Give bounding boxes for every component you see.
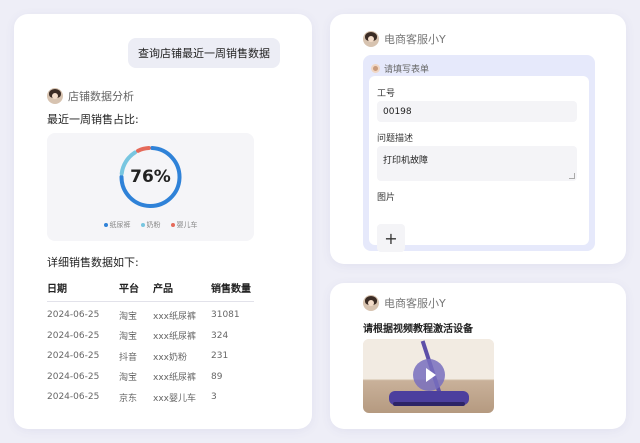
- legend-dot: [170, 223, 175, 227]
- video-chat-card: 电商客服小Y 请根据视频教程激活设备: [330, 283, 626, 429]
- legend-label: 婴儿车: [176, 221, 198, 229]
- form-chat-card: 电商客服小Y 请填写表单 工号 00198 问题描述 打印机故障 图片 +: [330, 14, 626, 264]
- table-row: 2024-06-25 淘宝 xxx纸尿裤 31081: [47, 302, 254, 326]
- cell-date: 2024-06-25: [47, 310, 100, 321]
- sales-share-chart: 76% 纸尿裤 奶粉 婴儿车: [47, 133, 254, 241]
- cell-date: 2024-06-25: [47, 330, 100, 341]
- detail-title: 详细销售数据如下:: [47, 256, 139, 269]
- col-header-product: 产品: [153, 280, 211, 302]
- col-header-quantity: 销售数量: [211, 280, 254, 302]
- agent-name: 电商客服小Y: [384, 297, 446, 310]
- add-image-button[interactable]: +: [377, 224, 405, 252]
- legend-dot: [103, 223, 108, 227]
- col-header-date: 日期: [47, 280, 119, 302]
- donut-center-label: 76%: [130, 167, 171, 187]
- cell-quantity: 31081: [211, 310, 240, 321]
- form-header-label: 请填写表单: [384, 65, 430, 75]
- legend-item: 奶粉: [140, 220, 161, 230]
- cell-platform: 淘宝: [119, 373, 138, 384]
- donut-slice-2: [136, 146, 151, 153]
- legend-dot: [140, 223, 145, 227]
- table-row: 2024-06-25 京东 xxx婴儿车 3: [47, 387, 254, 408]
- cell-platform: 淘宝: [119, 311, 138, 322]
- legend-item: 婴儿车: [170, 220, 198, 230]
- video-thumbnail[interactable]: [363, 339, 494, 413]
- table-header-row: 日期 平台 产品 销售数量: [47, 280, 254, 302]
- form-avatar-icon: [371, 64, 380, 73]
- cell-date: 2024-06-25: [47, 351, 100, 362]
- legend-label: 纸尿裤: [109, 221, 131, 229]
- cell-quantity: 324: [211, 330, 229, 341]
- form-panel: 请填写表单 工号 00198 问题描述 打印机故障 图片 +: [363, 55, 595, 252]
- cell-product: xxx纸尿裤: [153, 311, 196, 322]
- legend-item: 纸尿裤: [103, 220, 131, 230]
- cell-platform: 淘宝: [119, 332, 138, 343]
- share-title: 最近一周销售占比:: [47, 113, 139, 126]
- image-label: 图片: [377, 193, 396, 203]
- plus-icon: +: [384, 228, 398, 248]
- employee-id-input[interactable]: 00198: [377, 101, 577, 122]
- cell-product: xxx纸尿裤: [153, 332, 196, 343]
- agent-header: 电商客服小Y: [363, 295, 446, 311]
- issue-description-label: 问题描述: [377, 134, 414, 144]
- col-header-platform: 平台: [119, 280, 153, 302]
- agent-avatar: [363, 31, 379, 47]
- form-body: 工号 00198 问题描述 打印机故障 图片 +: [369, 76, 589, 252]
- table-row: 2024-06-25 抖音 xxx奶粉 231: [47, 346, 254, 367]
- cell-product: xxx纸尿裤: [153, 373, 196, 384]
- cell-product: xxx奶粉: [153, 352, 187, 363]
- issue-description-value: 打印机故障: [383, 156, 429, 166]
- chart-legend: 纸尿裤 奶粉 婴儿车: [47, 220, 254, 230]
- cell-date: 2024-06-25: [47, 392, 100, 403]
- resize-handle-icon[interactable]: [569, 173, 575, 179]
- cell-quantity: 231: [211, 351, 229, 362]
- legend-label: 奶粉: [146, 221, 161, 229]
- user-message-bubble: 查询店铺最近一周销售数据: [128, 38, 280, 68]
- employee-id-label: 工号: [377, 89, 396, 99]
- agent-avatar: [47, 88, 63, 104]
- video-title: 请根据视频教程激活设备: [363, 324, 473, 335]
- analysis-chat-card: 查询店铺最近一周销售数据 店铺数据分析 最近一周销售占比: 76% 纸尿裤 奶粉…: [14, 14, 312, 429]
- table-row: 2024-06-25 淘宝 xxx纸尿裤 89: [47, 367, 254, 388]
- cell-quantity: 3: [211, 392, 217, 403]
- cell-date: 2024-06-25: [47, 371, 100, 382]
- agent-header: 店铺数据分析: [47, 88, 134, 104]
- agent-header: 电商客服小Y: [363, 31, 446, 47]
- cell-platform: 京东: [119, 393, 138, 404]
- sales-table: 日期 平台 产品 销售数量 2024-06-25 淘宝 xxx纸尿裤 31081…: [47, 280, 254, 408]
- agent-name: 电商客服小Y: [384, 33, 446, 46]
- cell-product: xxx婴儿车: [153, 393, 196, 404]
- agent-avatar: [363, 295, 379, 311]
- agent-name: 店铺数据分析: [68, 90, 134, 103]
- cell-quantity: 89: [211, 371, 223, 382]
- form-header: 请填写表单: [371, 62, 429, 75]
- table-row: 2024-06-25 淘宝 xxx纸尿裤 324: [47, 326, 254, 347]
- play-button[interactable]: [413, 359, 445, 391]
- issue-description-textarea[interactable]: 打印机故障: [377, 146, 577, 181]
- cell-platform: 抖音: [119, 352, 138, 363]
